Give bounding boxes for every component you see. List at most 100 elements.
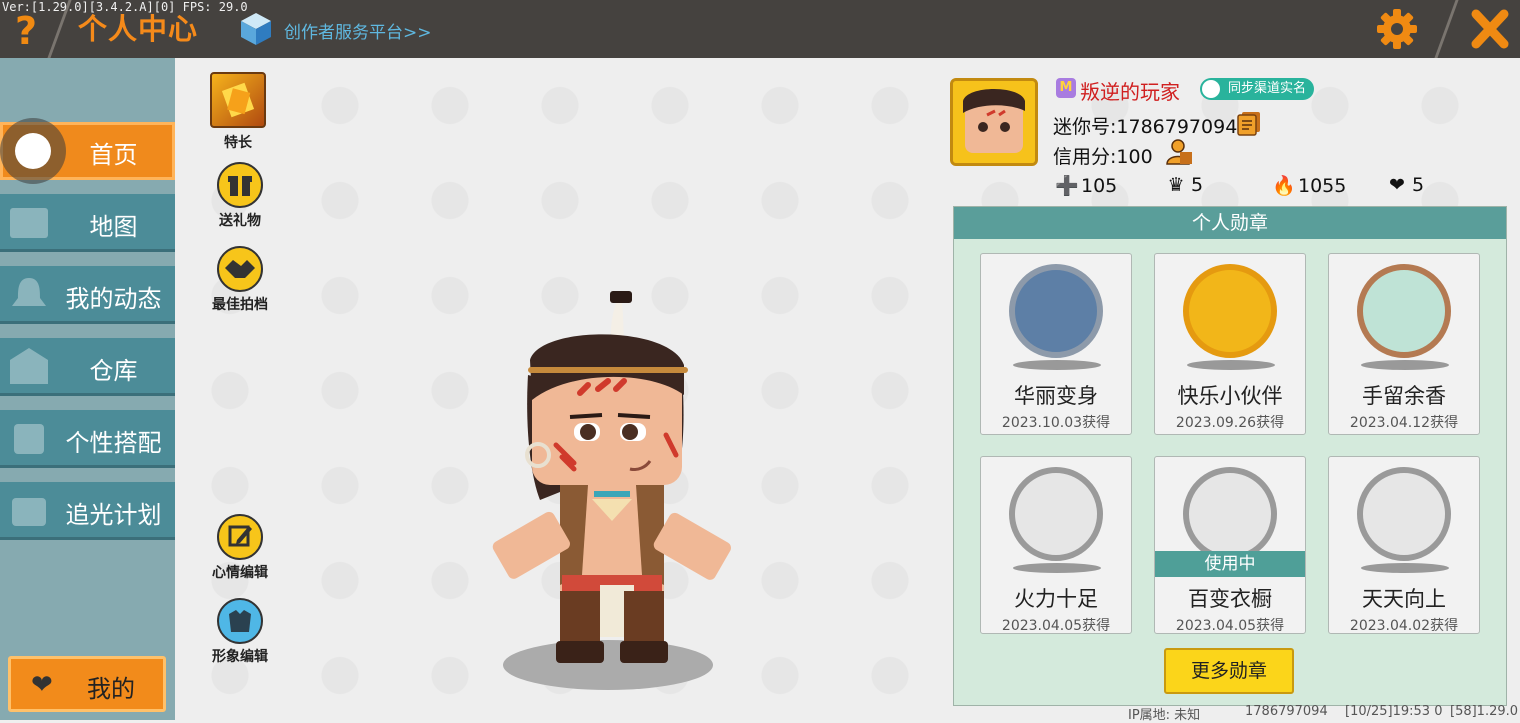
sidebar-item-activity[interactable]: 我的动态 — [0, 266, 175, 324]
vip-icon: M — [1056, 78, 1076, 98]
friends-count: 105 — [1081, 175, 1118, 197]
medal-name: 天天向上 — [1362, 587, 1446, 611]
debug-info: Ver:[1.29.0][3.4.2.A][0] FPS: 29.0 — [2, 0, 248, 14]
sidebar-item-label: 首页 — [89, 141, 138, 169]
gear-icon[interactable] — [1376, 8, 1418, 50]
medal-icon — [1009, 264, 1103, 358]
fire-icon: 🔥 — [1272, 175, 1296, 197]
sidebar-item-label: 我的动态 — [65, 285, 162, 313]
stat-likes[interactable]: ❤ 5 — [1386, 174, 1424, 196]
copy-icon[interactable] — [1236, 110, 1262, 136]
likes-count: 5 — [1412, 174, 1425, 196]
medal-date: 2023.04.05获得 — [1001, 618, 1111, 634]
sidebar-item-label: 追光计划 — [65, 501, 162, 529]
stat-friends[interactable]: ➕ 105 — [1055, 174, 1117, 197]
sidebar-item-label: 仓库 — [89, 357, 138, 385]
medal-name: 快乐小伙伴 — [1177, 384, 1283, 408]
medal-icon — [1183, 467, 1277, 561]
stat-fans[interactable]: ♛ 5 — [1165, 174, 1203, 196]
touch-cursor — [0, 118, 66, 184]
medal-pedestal — [1013, 360, 1101, 370]
medal-date: 2023.04.02获得 — [1349, 618, 1459, 634]
gift-button[interactable]: 送礼物 — [205, 162, 275, 230]
heart-icon: ❤ — [31, 670, 53, 700]
in-use-label: 使用中 — [1155, 551, 1305, 577]
sync-real-name-badge[interactable]: 同步渠道实名 — [1200, 78, 1315, 100]
medal-pedestal — [1013, 563, 1101, 573]
sidebar-item-map[interactable]: 地图 — [0, 194, 175, 252]
my-button[interactable]: ❤ 我的 — [8, 656, 166, 712]
more-medals-button[interactable]: 更多勋章 — [1164, 648, 1294, 694]
medal-panel-title: 个人勋章 — [954, 207, 1506, 239]
medal-name: 华丽变身 — [1014, 384, 1098, 408]
image-edit-label: 形象编辑 — [212, 649, 268, 665]
medal-date: 2023.10.03获得 — [1001, 415, 1111, 431]
warehouse-icon — [10, 348, 48, 384]
medal-icon — [1183, 264, 1277, 358]
bell-icon — [12, 278, 46, 306]
image-edit-button[interactable]: 形象编辑 — [205, 598, 275, 666]
divider — [1434, 0, 1459, 58]
outfit-icon — [14, 424, 44, 454]
close-icon[interactable] — [1470, 8, 1510, 50]
character-avatar[interactable] — [470, 285, 740, 670]
footer-version: [58]1.29.0 — [1450, 704, 1519, 719]
gift-icon — [217, 162, 263, 208]
creator-platform-link[interactable]: 创作者服务平台>> — [284, 18, 432, 43]
sidebar-item-warehouse[interactable]: 仓库 — [0, 338, 175, 396]
specialty-label: 特长 — [224, 135, 252, 151]
sidebar-item-label: 个性搭配 — [65, 429, 162, 457]
medal-icon — [1357, 264, 1451, 358]
popularity-count: 1055 — [1298, 175, 1347, 197]
medal-date: 2023.04.05获得 — [1175, 618, 1285, 634]
footer-time: [10/25]19:53 0 — [1345, 704, 1443, 719]
medal-card[interactable]: 使用中 百变衣橱 2023.04.05获得 — [1154, 456, 1306, 634]
medal-card[interactable]: 手留余香 2023.04.12获得 — [1328, 253, 1480, 435]
mood-edit-button[interactable]: 心情编辑 — [205, 514, 275, 582]
sync-badge-label: 同步渠道实名 — [1228, 81, 1307, 96]
credit-icon[interactable] — [1164, 138, 1194, 166]
fans-icon: ♛ — [1167, 174, 1185, 196]
footer-uid: 1786797094 — [1245, 704, 1328, 719]
medal-icon — [1009, 467, 1103, 561]
add-friend-icon: ➕ — [1055, 175, 1079, 197]
medal-card[interactable]: 快乐小伙伴 2023.09.26获得 — [1154, 253, 1306, 435]
medal-card[interactable]: 火力十足 2023.04.05获得 — [980, 456, 1132, 634]
medal-name: 手留余香 — [1362, 384, 1446, 408]
best-partner-button[interactable]: 最佳拍档 — [205, 246, 275, 314]
avatar[interactable] — [950, 78, 1038, 166]
my-button-label: 我的 — [87, 675, 135, 703]
medal-pedestal — [1361, 563, 1449, 573]
edit-icon — [217, 514, 263, 560]
specialty-button[interactable]: 特长 — [203, 72, 273, 152]
hearts-icon: ❤ — [1389, 174, 1405, 196]
sidebar-item-light-plan[interactable]: 追光计划 — [0, 482, 175, 540]
mood-edit-label: 心情编辑 — [212, 565, 268, 581]
mini-id: 迷你号:1786797094 — [1053, 116, 1238, 138]
medal-card[interactable]: 华丽变身 2023.10.03获得 — [980, 253, 1132, 435]
stat-popularity[interactable]: 🔥 1055 — [1272, 174, 1346, 197]
medal-card[interactable]: 天天向上 2023.04.02获得 — [1328, 456, 1480, 634]
light-plan-icon — [12, 498, 46, 526]
user-icon — [1202, 80, 1220, 98]
medal-name: 百变衣橱 — [1188, 587, 1272, 611]
specialty-icon — [210, 72, 266, 128]
handshake-icon — [217, 246, 263, 292]
username: 叛逆的玩家 — [1080, 80, 1180, 104]
medal-name: 火力十足 — [1014, 587, 1098, 611]
sidebar-item-label: 地图 — [89, 213, 138, 241]
medal-date: 2023.04.12获得 — [1349, 415, 1459, 431]
gift-label: 送礼物 — [219, 213, 261, 229]
ip-location: IP属地: 未知 — [1128, 708, 1201, 723]
medal-pedestal — [1361, 360, 1449, 370]
credit-score: 信用分:100 — [1053, 146, 1153, 168]
sidebar-item-outfit[interactable]: 个性搭配 — [0, 410, 175, 468]
fans-count: 5 — [1191, 174, 1204, 196]
medal-pedestal — [1187, 360, 1275, 370]
medal-date: 2023.09.26获得 — [1175, 415, 1285, 431]
best-partner-label: 最佳拍档 — [212, 297, 268, 313]
cube-icon[interactable] — [240, 12, 272, 46]
map-icon — [10, 208, 48, 238]
medal-icon — [1357, 467, 1451, 561]
outfit-edit-icon — [217, 598, 263, 644]
